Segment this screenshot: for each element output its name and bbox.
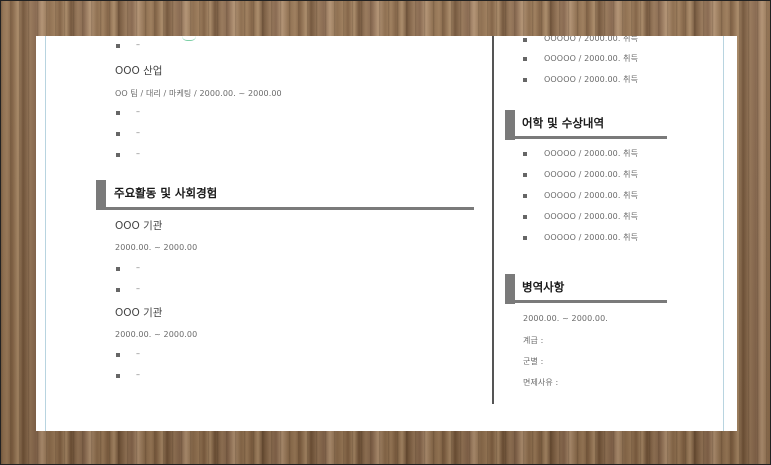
- column-divider: [492, 36, 494, 404]
- activity-name: OOO 기관: [115, 307, 163, 319]
- section-title-awards: 어학 및 수상내역: [522, 116, 605, 130]
- bullet-icon: [116, 44, 120, 48]
- award-item: OOOOO / 2000.00. 취득: [544, 149, 639, 158]
- list-item-top: –: [136, 40, 140, 49]
- award-item: OOOOO / 2000.00. 취득: [544, 212, 639, 221]
- activity-item: –: [136, 370, 140, 379]
- bullet-icon: [523, 38, 527, 42]
- bullet-icon: [116, 374, 120, 378]
- award-item: OOOOO / 2000.00. 취득: [544, 191, 639, 200]
- section-underline: [505, 300, 667, 303]
- certificate-item: OOOOO / 2000.00. 취득: [544, 36, 639, 43]
- bullet-icon: [523, 57, 527, 61]
- activity-period: 2000.00. ~ 2000.00: [115, 330, 198, 339]
- activity-period: 2000.00. ~ 2000.00: [115, 243, 198, 252]
- award-item: OOOOO / 2000.00. 취득: [544, 170, 639, 179]
- award-item: OOOOO / 2000.00. 취득: [544, 233, 639, 242]
- section-title-military: 병역사항: [522, 280, 565, 294]
- certificate-item: OOOOO / 2000.00. 취득: [544, 75, 639, 84]
- bullet-icon: [523, 152, 527, 156]
- bullet-icon: [523, 78, 527, 82]
- bullet-icon: [116, 288, 120, 292]
- military-branch: 군별 :: [523, 357, 544, 366]
- section-marker: [96, 180, 106, 210]
- page-edge-left: [45, 36, 46, 431]
- activity-name: OOO 기관: [115, 220, 163, 232]
- decorative-arc: [182, 36, 196, 41]
- section-title-activities: 주요활동 및 사회경험: [114, 186, 218, 200]
- bullet-icon: [116, 353, 120, 357]
- wood-background: – OOO 산업 OO 팀 / 대리 / 마케팅 / 2000.00. ~ 20…: [0, 0, 771, 465]
- section-underline: [505, 136, 667, 139]
- page-edge-right: [723, 36, 724, 431]
- company-details: OO 팀 / 대리 / 마케팅 / 2000.00. ~ 2000.00: [115, 89, 282, 98]
- activity-item: –: [136, 284, 140, 293]
- activity-item: –: [136, 349, 140, 358]
- bullet-icon: [116, 153, 120, 157]
- bullet-icon: [523, 194, 527, 198]
- bullet-icon: [523, 236, 527, 240]
- section-underline: [96, 207, 474, 210]
- bullet-icon: [523, 173, 527, 177]
- bullet-icon: [116, 267, 120, 271]
- military-rank: 계급 :: [523, 336, 544, 345]
- resume-page: – OOO 산업 OO 팀 / 대리 / 마케팅 / 2000.00. ~ 20…: [36, 36, 737, 431]
- company-item: –: [136, 128, 140, 137]
- bullet-icon: [116, 132, 120, 136]
- company-item: –: [136, 107, 140, 116]
- activity-item: –: [136, 263, 140, 272]
- bullet-icon: [116, 111, 120, 115]
- bullet-icon: [523, 215, 527, 219]
- certificate-item: OOOOO / 2000.00. 취득: [544, 54, 639, 63]
- company-name: OOO 산업: [115, 65, 163, 77]
- company-item: –: [136, 149, 140, 158]
- military-exemption: 면제사유 :: [523, 378, 559, 387]
- military-period: 2000.00. ~ 2000.00.: [523, 314, 608, 323]
